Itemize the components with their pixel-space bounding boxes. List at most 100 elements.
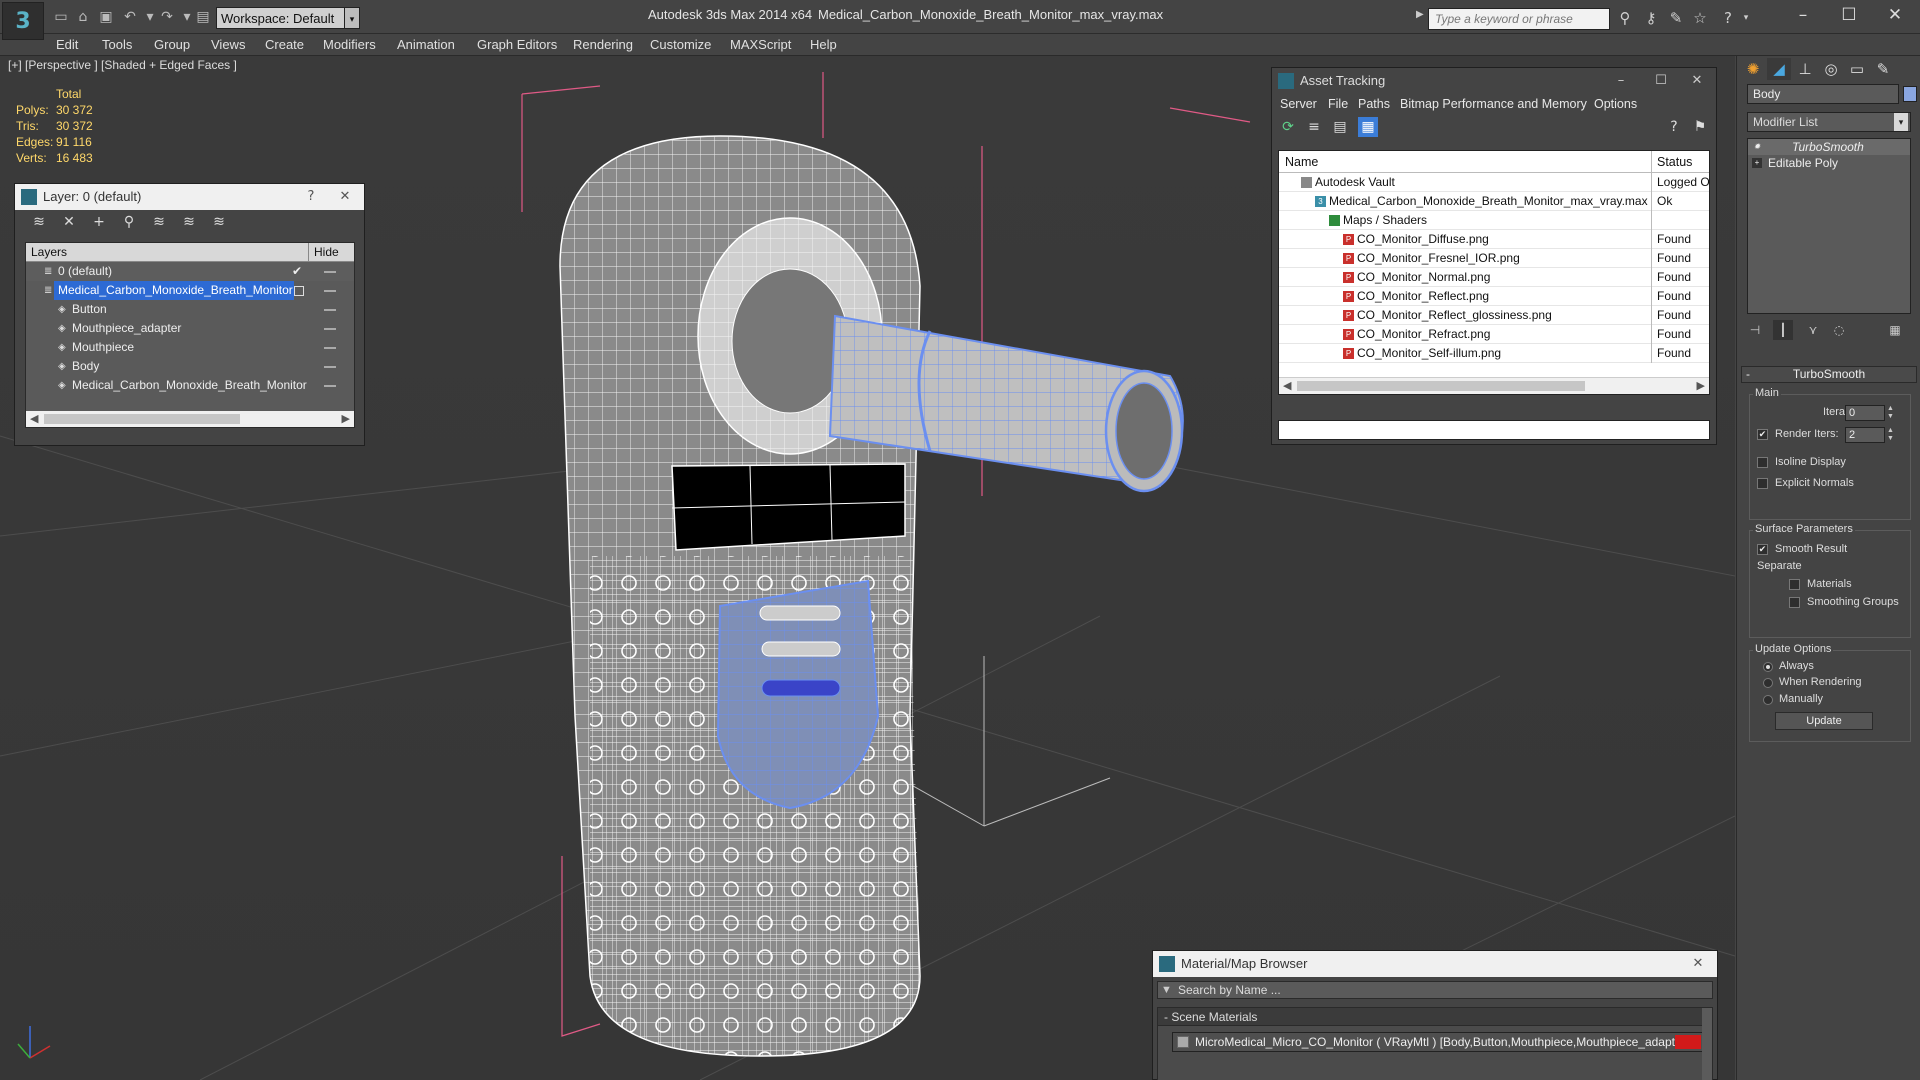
filter-icon[interactable]: ▼ — [1161, 982, 1172, 998]
turbosmooth-rollout-header[interactable]: - TurboSmooth — [1741, 366, 1917, 383]
save-file-icon[interactable]: ▣ — [97, 8, 115, 26]
search-expand-icon[interactable]: ▶ — [1416, 9, 1428, 29]
display-tab-icon[interactable]: ▭ — [1845, 58, 1869, 80]
scroll-left-icon[interactable]: ◀ — [1283, 379, 1291, 392]
material-window-titlebar[interactable]: Material/Map Browser ✕ — [1153, 951, 1717, 977]
highlight-layer-icon[interactable]: ≋ — [149, 214, 169, 232]
modifier-list-select[interactable]: Modifier List ▾ — [1747, 112, 1911, 132]
close-icon[interactable]: ✕ — [1683, 951, 1713, 977]
minimize-icon[interactable]: – — [1780, 2, 1826, 28]
layer-row[interactable]: ◈ Mouthpiece_adapter — [26, 319, 354, 338]
vertical-scrollbar[interactable] — [1702, 1008, 1712, 1080]
make-unique-icon[interactable]: ⋎ — [1803, 320, 1823, 340]
hide-toggle[interactable] — [324, 290, 336, 292]
column-hide[interactable]: Hide — [314, 245, 339, 259]
context-help-icon[interactable]: ⚑ — [1690, 117, 1710, 137]
layer-row[interactable]: ◈ Medical_Carbon_Monoxide_Breath_Monitor — [26, 376, 354, 395]
asset-path-field[interactable] — [1278, 420, 1710, 440]
layer-row[interactable]: ≣ 0 (default) ✔ — [26, 262, 354, 281]
freeze-all-layers-icon[interactable]: ≋ — [209, 214, 229, 232]
close-icon[interactable]: ✕ — [1872, 2, 1918, 28]
isoline-display-checkbox[interactable] — [1757, 457, 1768, 468]
viewport-label[interactable]: [+] [Perspective ] [Shaded + Edged Faces… — [8, 58, 237, 72]
manually-radio[interactable] — [1763, 695, 1773, 705]
project-folder-icon[interactable]: ▤ — [194, 8, 212, 26]
expand-icon[interactable]: + — [1752, 158, 1762, 168]
stack-item-turbosmooth[interactable]: ✹ TurboSmooth — [1748, 139, 1910, 155]
menu-create[interactable]: Create — [265, 37, 304, 52]
active-layer-check-icon[interactable]: ✔ — [292, 262, 302, 281]
layer-row[interactable]: ◈ Mouthpiece — [26, 338, 354, 357]
list-view-icon[interactable]: ≡ — [1304, 117, 1324, 137]
show-end-result-icon[interactable]: ┃ — [1773, 320, 1793, 340]
undo-icon[interactable]: ↶ — [121, 8, 139, 26]
explicit-normals-checkbox[interactable] — [1757, 478, 1768, 489]
column-name[interactable]: Name — [1285, 155, 1318, 169]
horizontal-scrollbar[interactable]: ◀ ▶ — [1279, 377, 1709, 394]
hide-toggle[interactable] — [324, 328, 336, 330]
render-iters-spinner[interactable]: 2 — [1845, 427, 1885, 443]
collapse-icon[interactable]: - — [1746, 367, 1750, 382]
help-dropdown-icon[interactable]: ▾ — [1736, 8, 1756, 28]
menu-maxscript[interactable]: MAXScript — [730, 37, 791, 52]
when-rendering-radio[interactable] — [1763, 678, 1773, 688]
favorites-star-icon[interactable]: ☆ — [1690, 8, 1710, 28]
scroll-left-icon[interactable]: ◀ — [30, 412, 38, 425]
material-item[interactable]: MicroMedical_Micro_CO_Monitor ( VRayMtl … — [1172, 1032, 1704, 1052]
chevron-down-icon[interactable]: ▾ — [1894, 113, 1908, 131]
scroll-right-icon[interactable]: ▶ — [342, 412, 350, 425]
menu-views[interactable]: Views — [211, 37, 245, 52]
asset-row[interactable]: P CO_Monitor_Normal.png Found — [1279, 268, 1709, 287]
select-in-layer-icon[interactable]: ⚲ — [119, 214, 139, 232]
column-status[interactable]: Status — [1657, 155, 1692, 169]
update-button[interactable]: Update — [1775, 712, 1873, 730]
search-input[interactable]: Type a keyword or phrase — [1428, 8, 1610, 30]
object-name-field[interactable]: Body — [1747, 84, 1899, 104]
menu-graph-editors[interactable]: Graph Editors — [477, 37, 557, 52]
spinner-arrows-icon[interactable]: ▲ ▼ — [1887, 405, 1895, 421]
undo-dropdown-icon[interactable]: ▾ — [141, 8, 159, 26]
key-icon[interactable]: ⚷ — [1641, 8, 1661, 28]
hide-toggle[interactable] — [324, 385, 336, 387]
asset-row[interactable]: Maps / Shaders — [1279, 211, 1709, 230]
stack-item-editable-poly[interactable]: + Editable Poly — [1748, 155, 1910, 171]
smoothing-groups-checkbox[interactable] — [1789, 597, 1800, 608]
hide-toggle[interactable] — [324, 366, 336, 368]
app-menu-button[interactable]: 3 — [2, 2, 44, 40]
hide-toggle[interactable] — [324, 309, 336, 311]
asset-row[interactable]: P CO_Monitor_Reflect.png Found — [1279, 287, 1709, 306]
asset-window-titlebar[interactable]: Asset Tracking – ☐ ✕ — [1272, 68, 1716, 94]
add-to-layer-icon[interactable]: + — [89, 214, 109, 232]
layer-row[interactable]: ≣ Medical_Carbon_Monoxide_Breath_Monitor — [26, 281, 354, 300]
configure-sets-icon[interactable]: ▦ — [1885, 320, 1905, 340]
menu-rendering[interactable]: Rendering — [573, 37, 633, 52]
asset-menu-bitmap[interactable]: Bitmap Performance and Memory — [1400, 97, 1587, 111]
workspace-dropdown-button[interactable]: ▾ — [344, 7, 360, 29]
smooth-result-checkbox[interactable]: ✔ — [1757, 544, 1768, 555]
remove-modifier-icon[interactable]: ◌ — [1829, 320, 1849, 340]
menu-help[interactable]: Help — [810, 37, 837, 52]
hide-toggle[interactable] — [324, 347, 336, 349]
column-layers[interactable]: Layers — [31, 245, 67, 259]
menu-group[interactable]: Group — [154, 37, 190, 52]
hide-toggle[interactable] — [324, 271, 336, 273]
refresh-icon[interactable]: ⟳ — [1278, 117, 1298, 137]
asset-row[interactable]: P CO_Monitor_Reflect_glossiness.png Foun… — [1279, 306, 1709, 325]
asset-row[interactable]: P CO_Monitor_Fresnel_IOR.png Found — [1279, 249, 1709, 268]
open-file-icon[interactable]: ⌂ — [74, 8, 92, 26]
binoculars-icon[interactable]: ⚲ — [1615, 8, 1635, 28]
object-color-swatch[interactable] — [1903, 86, 1917, 102]
scene-materials-group[interactable]: - Scene Materials — [1158, 1008, 1712, 1026]
iterations-spinner[interactable]: 0 — [1845, 405, 1885, 421]
asset-menu-file[interactable]: File — [1328, 97, 1348, 111]
material-search-input[interactable]: ▼ Search by Name ... — [1157, 981, 1713, 999]
minimize-icon[interactable]: – — [1606, 68, 1636, 94]
render-iters-checkbox[interactable]: ✔ — [1757, 429, 1768, 440]
menu-customize[interactable]: Customize — [650, 37, 711, 52]
help-icon[interactable]: ? — [1664, 117, 1684, 137]
delete-layer-icon[interactable]: ✕ — [59, 214, 79, 232]
help-icon[interactable]: ? — [296, 184, 326, 210]
utilities-tab-icon[interactable]: ✎ — [1871, 58, 1895, 80]
detail-view-icon[interactable]: ▤ — [1330, 117, 1350, 137]
asset-row[interactable]: Autodesk Vault Logged Ou — [1279, 173, 1709, 192]
